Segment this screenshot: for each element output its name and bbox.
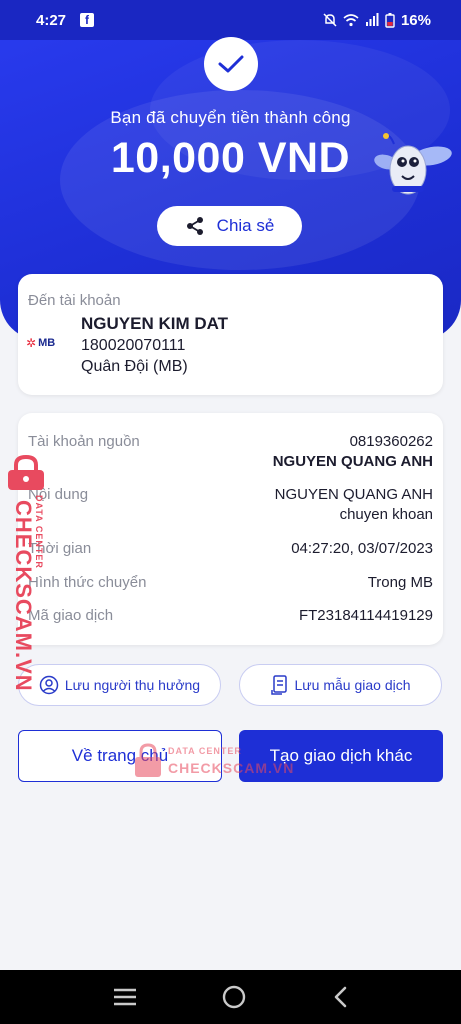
battery-percent: 16%	[400, 11, 431, 29]
save-beneficiary-button[interactable]: Lưu người thụ hưởng	[18, 664, 221, 706]
bank-logo: ✲ MB	[26, 336, 55, 350]
transaction-details-card: Tài khoản nguồn 0819360262 NGUYEN QUANG …	[18, 413, 443, 645]
watermark-vertical: CHECKSCAM.VN DATA CENTER	[4, 455, 48, 692]
bank-logo-text: MB	[38, 337, 56, 349]
document-icon	[270, 675, 287, 695]
check-icon	[218, 55, 244, 73]
star-icon: ✲	[26, 336, 37, 350]
detail-row-content: Nội dung NGUYEN QUANG ANH chuyen khoan	[28, 486, 433, 523]
destination-label: Đến tài khoản	[28, 292, 121, 309]
transaction-id-value: FT23184114419129	[298, 607, 433, 624]
share-icon	[186, 217, 203, 235]
detail-row-txid: Mã giao dịch FT23184114419129	[28, 607, 433, 624]
time-value: 04:27:20, 03/07/2023	[291, 540, 433, 557]
watermark-sub: DATA CENTER	[34, 495, 44, 569]
recipient-account: 180020070111	[81, 337, 186, 354]
signal-icon	[365, 13, 379, 26]
method-value: Trong MB	[367, 574, 433, 591]
detail-row-source: Tài khoản nguồn 0819360262 NGUYEN QUANG …	[28, 433, 433, 470]
content-line-2: chuyen khoan	[339, 506, 433, 523]
watermark-center: DATA CENTER CHECKSCAM.VN	[134, 740, 294, 780]
share-button[interactable]: Chia sẻ	[157, 206, 302, 246]
success-check	[204, 37, 258, 91]
save-beneficiary-label: Lưu người thụ hưởng	[64, 677, 201, 693]
wifi-icon	[343, 14, 359, 27]
detail-row-method: Hình thức chuyển Trong MB	[28, 574, 433, 591]
source-account-value: 0819360262 NGUYEN QUANG ANH	[273, 433, 433, 470]
detail-row-time: Thời gian 04:27:20, 03/07/2023	[28, 540, 433, 557]
content-value: NGUYEN QUANG ANH chuyen khoan	[275, 486, 433, 523]
home-circle-icon[interactable]	[222, 985, 246, 1009]
source-account-name: NGUYEN QUANG ANH	[272, 453, 433, 470]
destination-card: Đến tài khoản ✲ MB NGUYEN KIM DAT 180020…	[18, 274, 443, 395]
lock-icon	[8, 455, 44, 490]
user-circle-icon	[39, 675, 59, 695]
lock-icon	[135, 743, 161, 777]
watermark-center-sub: DATA CENTER	[168, 746, 242, 756]
share-label: Chia sẻ	[216, 216, 275, 235]
success-message: Bạn đã chuyển tiền thành công	[110, 108, 351, 127]
status-icons: 16%	[323, 12, 431, 29]
status-bar: 4:27 f 16%	[0, 0, 461, 40]
watermark-center-brand: CHECKSCAM.VN	[168, 760, 295, 776]
menu-icon[interactable]	[113, 988, 137, 1006]
recipient-bank: Quân Đội (MB)	[81, 358, 188, 375]
mascot-bee-icon	[374, 133, 452, 195]
back-icon[interactable]	[332, 986, 348, 1008]
mute-icon	[323, 13, 337, 27]
status-time: 4:27	[36, 11, 67, 29]
system-nav-bar	[0, 970, 461, 1024]
source-account-number: 0819360262	[349, 433, 433, 450]
watermark-brand: CHECKSCAM.VN	[11, 500, 36, 692]
content-line-1: NGUYEN QUANG ANH	[274, 486, 433, 503]
save-template-button[interactable]: Lưu mẫu giao dịch	[239, 664, 442, 706]
save-template-label: Lưu mẫu giao dịch	[294, 677, 411, 693]
recipient-name: NGUYEN KIM DAT	[81, 314, 229, 333]
battery-icon	[385, 12, 395, 28]
facebook-icon: f	[80, 13, 95, 27]
